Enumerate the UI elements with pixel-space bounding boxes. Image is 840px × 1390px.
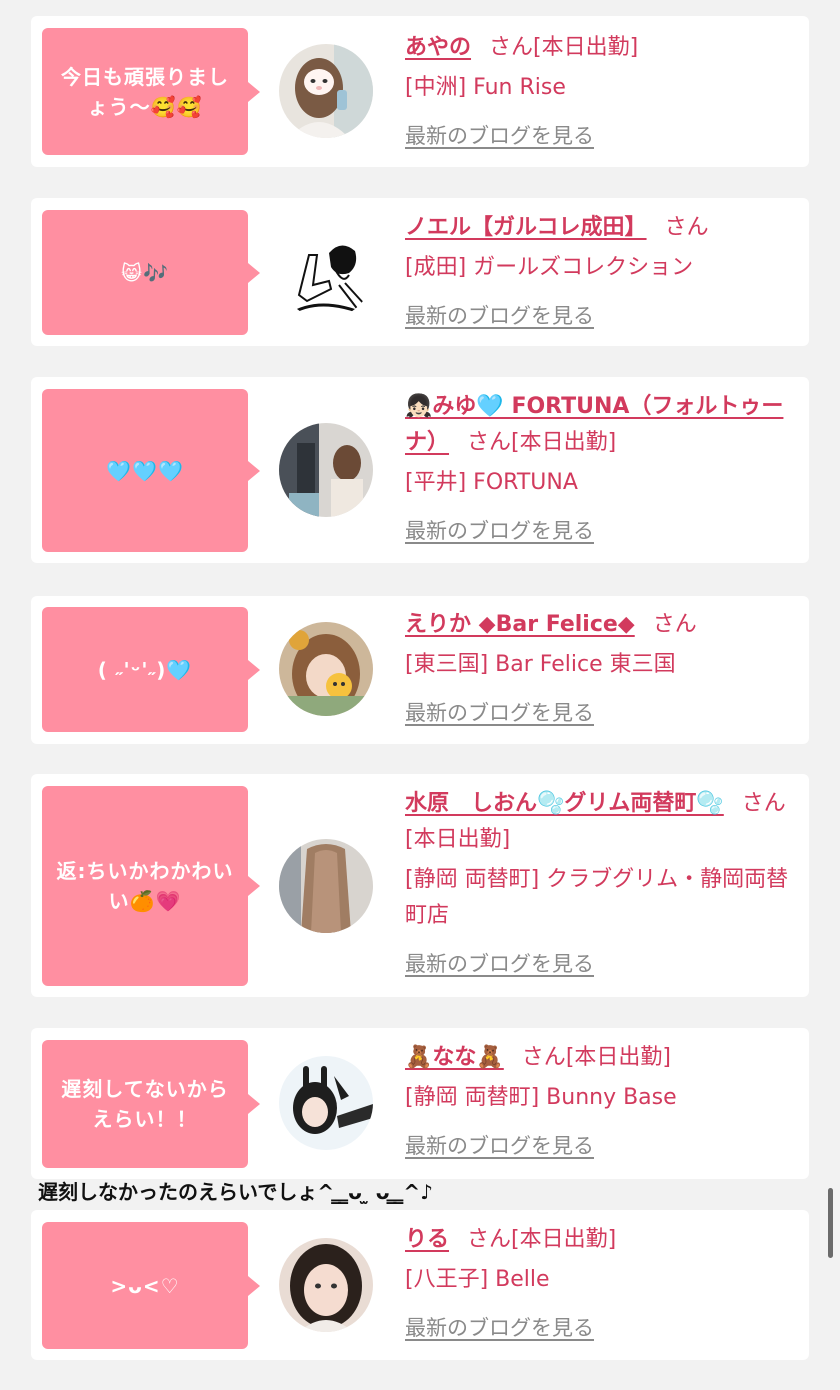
post-info: 👧🏻みゆ🩵 FORTUNA（フォルトゥーナ） さん[本日出勤] [平井] FORT… bbox=[405, 389, 801, 550]
honorific: さん bbox=[741, 791, 786, 816]
shop-label: [成田] ガールズコレクション bbox=[405, 255, 694, 280]
latest-blog-link[interactable]: 最新のブログを見る bbox=[405, 1128, 594, 1164]
message-text: 遅刻してないからえらい！！ bbox=[61, 1077, 229, 1131]
latest-blog-link[interactable]: 最新のブログを見る bbox=[405, 118, 594, 154]
post-card: 遅刻してないからえらい！！ 🧸なな🧸 さん[本日出勤] [静岡 両替町] Bunn… bbox=[31, 1028, 809, 1179]
post-info: ノエル【ガルコレ成田】 さん [成田] ガールズコレクション 最新のブログを見る bbox=[405, 210, 801, 335]
cast-name-link[interactable]: 🧸なな🧸 bbox=[405, 1045, 504, 1070]
post-card: ( ˶'ᵕ'˶)🩵 えりか ◆Bar Felice◆ さん [東三国] Bar F… bbox=[31, 596, 809, 744]
message-bubble: 🩵🩵🩵 bbox=[42, 389, 260, 552]
message-text: 返:ちいかわかわいい🍊💗 bbox=[56, 859, 234, 913]
latest-blog-link[interactable]: 最新のブログを見る bbox=[405, 1310, 594, 1346]
message-bubble: 遅刻してないからえらい！！ bbox=[42, 1040, 260, 1168]
status-badge: [本日出勤] bbox=[565, 1045, 671, 1070]
post-info: あやの さん[本日出勤] [中洲] Fun Rise 最新のブログを見る bbox=[405, 30, 801, 155]
message-bubble: 今日も頑張りましょう〜🥰🥰 bbox=[42, 28, 260, 155]
cast-name-link[interactable]: えりか ◆Bar Felice◆ bbox=[405, 612, 635, 637]
post-card: 返:ちいかわかわいい🍊💗 水原 しおん🫧グリム両替町🫧 さん [本日出勤] [静岡 … bbox=[31, 774, 809, 997]
post-card: 😸🎶 ノエル【ガルコレ成田】 さん [成田] ガールズコレクション 最新のブログを… bbox=[31, 198, 809, 346]
avatar[interactable] bbox=[279, 44, 373, 138]
shop-label: [東三国] Bar Felice 東三国 bbox=[405, 652, 676, 677]
latest-blog-link[interactable]: 最新のブログを見る bbox=[405, 298, 594, 334]
cast-name-link[interactable]: ノエル【ガルコレ成田】 bbox=[405, 215, 647, 240]
shop-label: [静岡 両替町] クラブグリム・静岡両替町店 bbox=[405, 867, 789, 928]
honorific: さん bbox=[652, 612, 697, 637]
post-info: えりか ◆Bar Felice◆ さん [東三国] Bar Felice 東三国 … bbox=[405, 607, 801, 732]
honorific: さん bbox=[467, 430, 512, 455]
latest-blog-link[interactable]: 最新のブログを見る bbox=[405, 513, 594, 549]
message-bubble: 返:ちいかわかわいい🍊💗 bbox=[42, 786, 260, 986]
shop-label: [平井] FORTUNA bbox=[405, 470, 578, 495]
post-info: 🧸なな🧸 さん[本日出勤] [静岡 両替町] Bunny Base 最新のブログを… bbox=[405, 1040, 801, 1165]
message-text: >ᴗ<♡ bbox=[110, 1273, 180, 1298]
message-text: 今日も頑張りましょう〜🥰🥰 bbox=[61, 64, 229, 119]
message-text: 🩵🩵🩵 bbox=[106, 458, 184, 483]
avatar[interactable] bbox=[279, 423, 373, 517]
latest-blog-link[interactable]: 最新のブログを見る bbox=[405, 946, 594, 982]
shop-label: [八王子] Belle bbox=[405, 1267, 550, 1292]
avatar[interactable] bbox=[279, 225, 373, 319]
status-badge: [本日出勤] bbox=[405, 827, 511, 852]
post-card: 🩵🩵🩵 👧🏻みゆ🩵 FORTUNA（フォルトゥーナ） さん[本日出勤] [平井] … bbox=[31, 377, 809, 563]
message-bubble: ( ˶'ᵕ'˶)🩵 bbox=[42, 607, 260, 732]
cast-name-link[interactable]: りる bbox=[405, 1227, 449, 1252]
shop-label: [中洲] Fun Rise bbox=[405, 75, 566, 100]
avatar[interactable] bbox=[279, 1056, 373, 1150]
status-badge: [本日出勤] bbox=[511, 1227, 617, 1252]
cast-name-link[interactable]: あやの bbox=[405, 35, 471, 60]
status-badge: [本日出勤] bbox=[533, 35, 639, 60]
scrollbar[interactable] bbox=[828, 1188, 833, 1258]
avatar[interactable] bbox=[279, 839, 373, 933]
message-text: 😸🎶 bbox=[121, 260, 169, 285]
post-info: りる さん[本日出勤] [八王子] Belle 最新のブログを見る bbox=[405, 1222, 801, 1347]
post-card: 今日も頑張りましょう〜🥰🥰 あやの さん[本日出勤] [中洲] Fun Rise … bbox=[31, 16, 809, 167]
honorific: さん bbox=[521, 1045, 566, 1070]
avatar[interactable] bbox=[279, 1238, 373, 1332]
honorific: さん bbox=[664, 215, 709, 240]
message-bubble: >ᴗ<♡ bbox=[42, 1222, 260, 1349]
latest-blog-link[interactable]: 最新のブログを見る bbox=[405, 695, 594, 731]
message-text: ( ˶'ᵕ'˶)🩵 bbox=[97, 657, 193, 682]
status-badge: [本日出勤] bbox=[511, 430, 617, 455]
shop-label: [静岡 両替町] Bunny Base bbox=[405, 1085, 677, 1110]
message-bubble: 😸🎶 bbox=[42, 210, 260, 335]
reply-note: 遅刻しなかったのえらいでしょ^ ̳ ̳ᴗ ̫ ᴗ ̳ ̳^♪ bbox=[38, 1180, 433, 1204]
cast-name-link[interactable]: 水原 しおん🫧グリム両替町🫧 bbox=[405, 791, 724, 816]
post-card: >ᴗ<♡ りる さん[本日出勤] [八王子] Belle 最新のブログを見る bbox=[31, 1210, 809, 1360]
honorific: さん bbox=[489, 35, 534, 60]
post-info: 水原 しおん🫧グリム両替町🫧 さん [本日出勤] [静岡 両替町] クラブグリム・静… bbox=[405, 786, 801, 983]
avatar[interactable] bbox=[279, 622, 373, 716]
honorific: さん bbox=[467, 1227, 512, 1252]
